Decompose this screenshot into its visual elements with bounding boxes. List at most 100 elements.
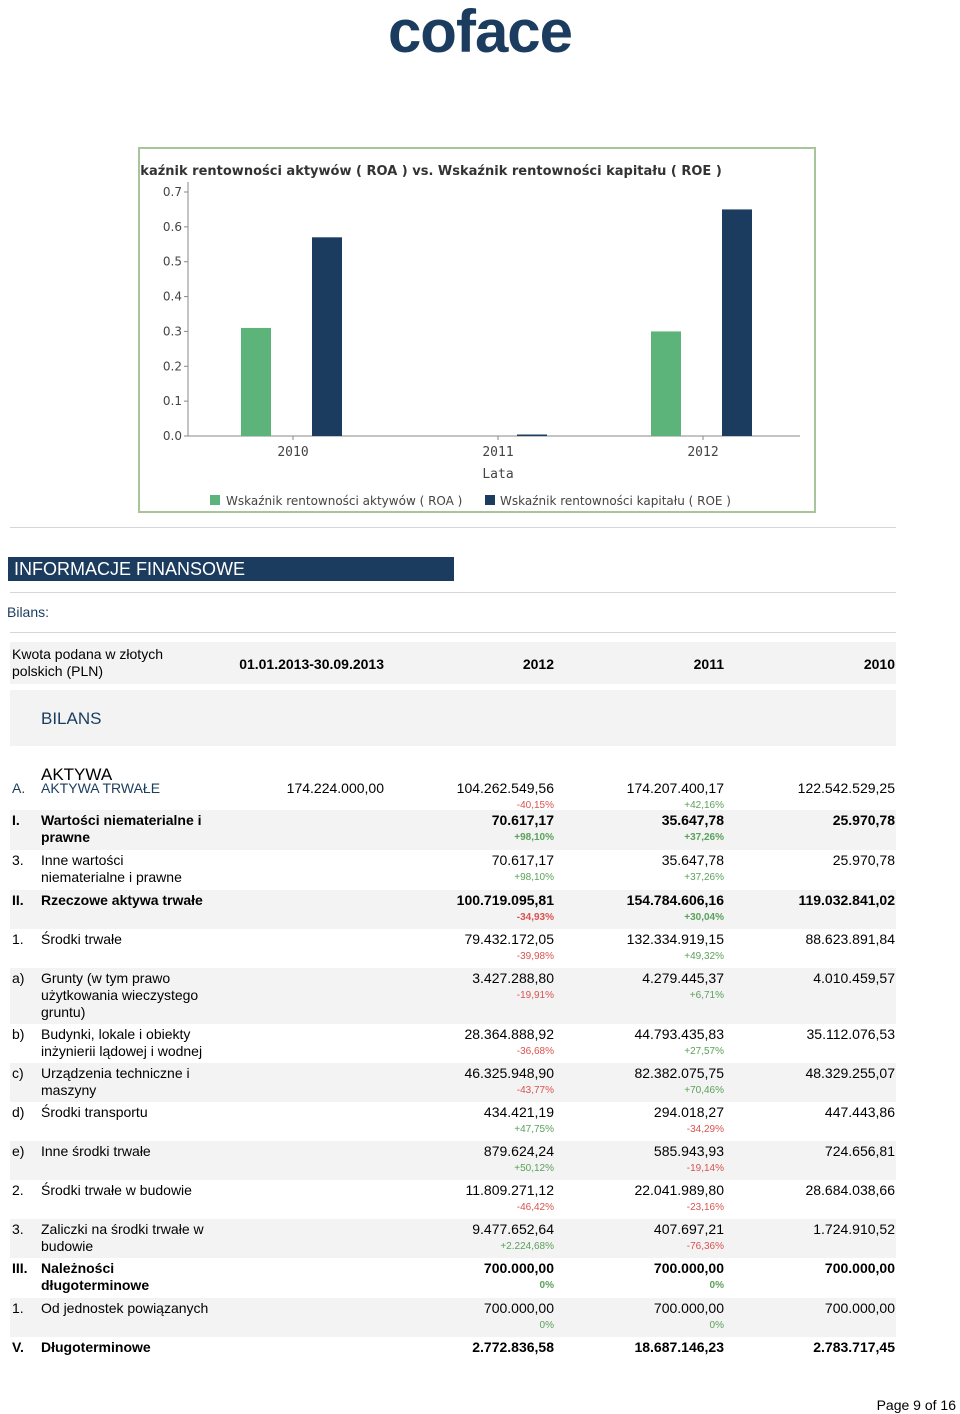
row-label: Należności długoterminowe bbox=[41, 1260, 150, 1293]
balance-table: Kwota podana w złotych polskich (PLN) 01… bbox=[10, 642, 896, 1365]
row-number: a) bbox=[12, 970, 25, 986]
value-2011: 35.647,78 bbox=[661, 852, 724, 868]
row-label: Długoterminowe bbox=[41, 1339, 151, 1355]
change-2011: +70,46% bbox=[684, 1085, 724, 1096]
header-col-1: 2012 bbox=[522, 656, 554, 672]
value-2012: 79.432.172,05 bbox=[464, 931, 554, 947]
table-row: e) Inne środki trwałe 879.624,24 585.943,93… bbox=[10, 1141, 896, 1180]
value-2011: 700.000,00 bbox=[653, 1300, 724, 1316]
value-2011: 407.697,21 bbox=[653, 1221, 724, 1237]
row-number: 1. bbox=[12, 931, 24, 947]
group-aktywa: AKTYWA bbox=[10, 746, 896, 784]
change-2011: +49,32% bbox=[684, 951, 724, 962]
value-2010: 88.623.891,84 bbox=[805, 931, 895, 947]
value-2010: 1.724.910,52 bbox=[813, 1221, 895, 1237]
change-2012: +50,12% bbox=[514, 1163, 554, 1174]
table-row: a) Grunty (w tym prawo użytkowania wieczy… bbox=[10, 968, 896, 1024]
table-row: III. Należności długoterminowe 700.000,00 7… bbox=[10, 1258, 896, 1298]
chart-title: Wskaźnik rentowności aktywów ( ROA ) vs.… bbox=[140, 164, 722, 179]
value-2010: 4.010.459,57 bbox=[813, 970, 895, 986]
y-tick-label: 0.0 bbox=[163, 429, 182, 443]
value-2011: 82.382.075,75 bbox=[634, 1065, 724, 1081]
value-2010: 48.329.255,07 bbox=[805, 1065, 895, 1081]
change-2011: 0% bbox=[709, 1320, 724, 1331]
value-2011: 132.334.919,15 bbox=[626, 931, 724, 947]
value-2012: 9.477.652,64 bbox=[472, 1221, 554, 1237]
bar-roe-2010 bbox=[312, 237, 342, 436]
row-label: Zaliczki na środki trwałe w budowie bbox=[41, 1221, 204, 1254]
y-tick-label: 0.2 bbox=[163, 359, 182, 373]
row-label: Środki trwałe bbox=[41, 931, 122, 947]
bar-roe-2012 bbox=[722, 209, 752, 436]
value-2011: 22.041.989,80 bbox=[634, 1182, 724, 1198]
table-header: Kwota podana w złotych polskich (PLN) 01… bbox=[10, 642, 896, 684]
legend-label-roa: Wskaźnik rentowności aktywów ( ROA ) bbox=[226, 494, 462, 508]
change-2012: +2.224,68% bbox=[500, 1241, 554, 1252]
table-row: V. Długoterminowe 2.772.836,58 18.687.146,2… bbox=[10, 1337, 896, 1365]
header-col-2: 2011 bbox=[693, 656, 724, 672]
y-tick-label: 0.4 bbox=[163, 290, 182, 304]
x-tick-label: 2010 bbox=[277, 445, 308, 460]
row-label: Budynki, lokale i obiekty inżynierii ląd… bbox=[41, 1026, 203, 1059]
value-2010: 35.112.076,53 bbox=[806, 1026, 896, 1042]
y-tick-label: 0.3 bbox=[163, 324, 182, 338]
logo-text: coface bbox=[388, 2, 572, 64]
row-number: II. bbox=[12, 892, 24, 908]
value-2011: 174.207.400,17 bbox=[626, 780, 724, 796]
change-2012: +98,10% bbox=[514, 872, 554, 883]
change-2011: +37,26% bbox=[684, 832, 724, 843]
value-2010: 700.000,00 bbox=[824, 1260, 895, 1276]
table-row: I. Wartości niematerialne i prawne 70.617,… bbox=[10, 810, 896, 850]
bar-roa-2010 bbox=[241, 327, 271, 436]
change-2012: -19,91% bbox=[516, 990, 554, 1001]
divider bbox=[10, 592, 896, 593]
change-2012: -36,68% bbox=[516, 1046, 554, 1057]
value-2011: 18.687.146,23 bbox=[634, 1339, 724, 1355]
bilans-subtitle: Bilans: bbox=[7, 604, 50, 620]
change-2012: 0% bbox=[539, 1320, 554, 1331]
value-2012: 2.772.836,58 bbox=[472, 1339, 554, 1355]
value-2012: 28.364.888,92 bbox=[464, 1026, 554, 1042]
change-2011: -23,16% bbox=[686, 1202, 724, 1213]
y-tick-label: 0.5 bbox=[163, 255, 182, 269]
chart-svg: Wskaźnik rentowności aktywów ( ROA ) vs.… bbox=[140, 164, 800, 508]
change-2011: +27,57% bbox=[684, 1046, 724, 1057]
value-2011: 154.784.606,16 bbox=[626, 892, 724, 908]
group-bilans-label: BILANS bbox=[41, 709, 102, 728]
group-bilans: BILANS bbox=[10, 690, 896, 746]
value-2012: 100.719.095,81 bbox=[456, 892, 554, 908]
row-label: Grunty (w tym prawo użytkowania wieczyst… bbox=[41, 970, 199, 1020]
row-label: Inne środki trwałe bbox=[41, 1143, 151, 1159]
value-2011: 700.000,00 bbox=[653, 1260, 724, 1276]
y-tick-label: 0.1 bbox=[163, 394, 182, 408]
row-label: Wartości niematerialne i prawne bbox=[41, 812, 202, 845]
change-2011: 0% bbox=[709, 1280, 724, 1291]
row-label: Inne wartości niematerialne i prawne bbox=[41, 852, 182, 885]
change-2012: -46,42% bbox=[516, 1202, 554, 1213]
header-col-0: 01.01.2013-30.09.2013 bbox=[239, 656, 384, 672]
row-number: A. bbox=[12, 780, 26, 796]
header-desc: Kwota podana w złotych polskich (PLN) bbox=[12, 646, 163, 679]
row-label: Środki transportu bbox=[41, 1104, 148, 1120]
table-row: c) Urządzenia techniczne i maszyny 46.325.… bbox=[10, 1063, 896, 1102]
value-2011: 294.018,27 bbox=[653, 1104, 724, 1120]
row-number: V. bbox=[12, 1339, 24, 1355]
x-tick-label: 2011 bbox=[482, 445, 513, 460]
legend-swatch-roa bbox=[210, 495, 220, 505]
value-2010: 25.970,78 bbox=[832, 812, 895, 828]
table-row: d) Środki transportu 434.421,19 294.018,27 4… bbox=[10, 1102, 896, 1141]
bar-roa-2012 bbox=[651, 331, 681, 436]
row-number: I. bbox=[12, 812, 20, 828]
value-2012: 46.325.948,90 bbox=[464, 1065, 554, 1081]
value-2011: 585.943,93 bbox=[653, 1143, 724, 1159]
value-2011: 44.793.435,83 bbox=[634, 1026, 724, 1042]
row-number: III. bbox=[12, 1260, 28, 1276]
value-2011: 4.279.445,37 bbox=[642, 970, 724, 986]
change-2011: +30,04% bbox=[684, 912, 724, 923]
change-2011: +37,26% bbox=[684, 872, 724, 883]
row-number: e) bbox=[12, 1143, 25, 1159]
value-2011: 35.647,78 bbox=[661, 812, 724, 828]
change-2012: +47,75% bbox=[514, 1124, 554, 1135]
value-2012: 434.421,19 bbox=[483, 1104, 554, 1120]
row-number: d) bbox=[12, 1104, 25, 1120]
